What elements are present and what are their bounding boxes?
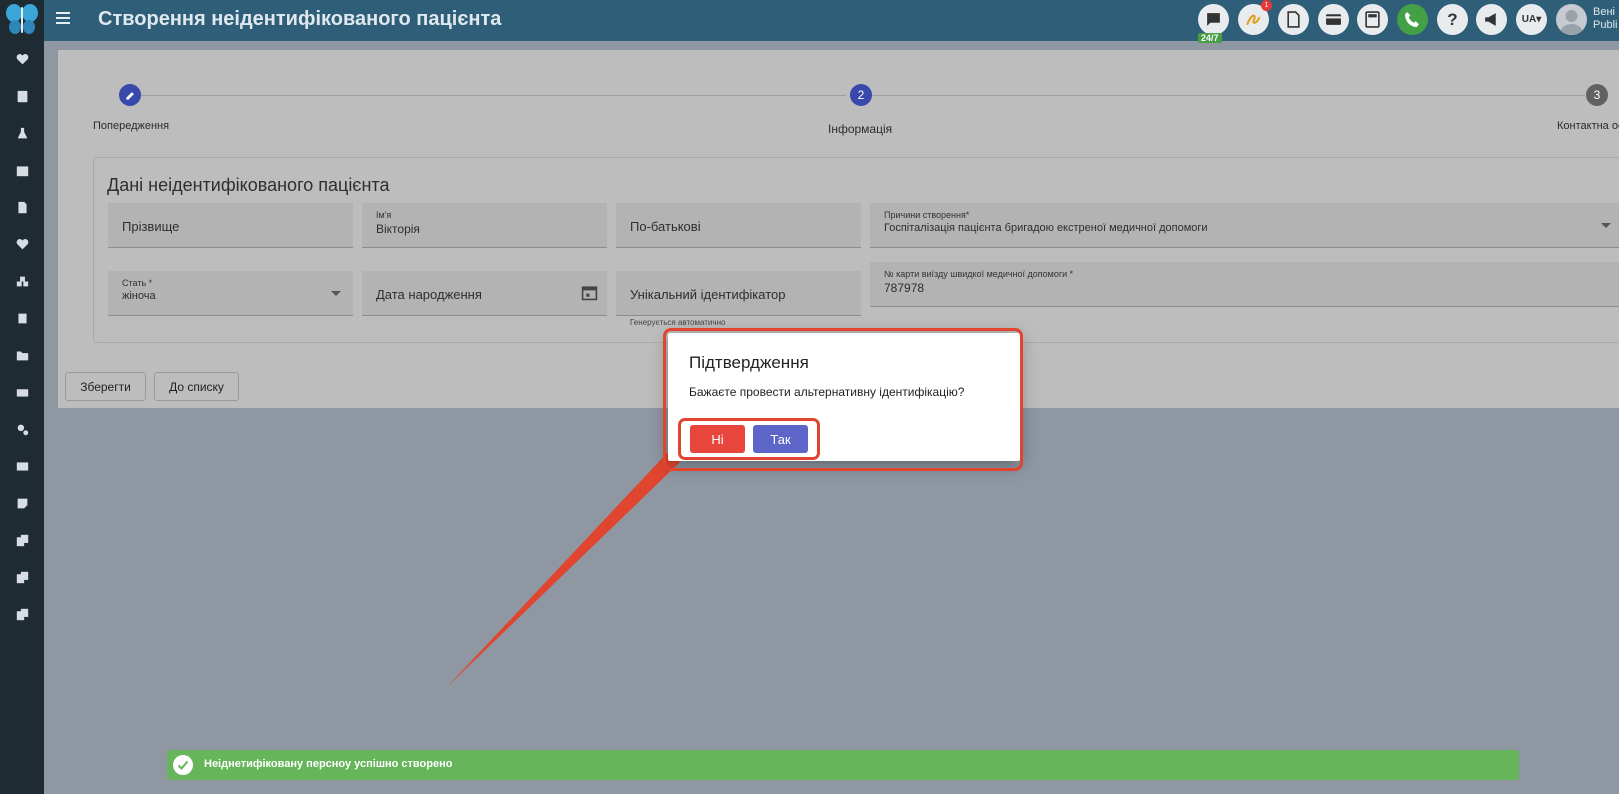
- success-toast: Неіднетифіковану персноу успішно створен…: [167, 750, 1519, 780]
- toast-message: Неіднетифіковану персноу успішно створен…: [204, 758, 453, 770]
- buttons-highlight-frame: [678, 418, 820, 460]
- check-icon: [173, 755, 193, 775]
